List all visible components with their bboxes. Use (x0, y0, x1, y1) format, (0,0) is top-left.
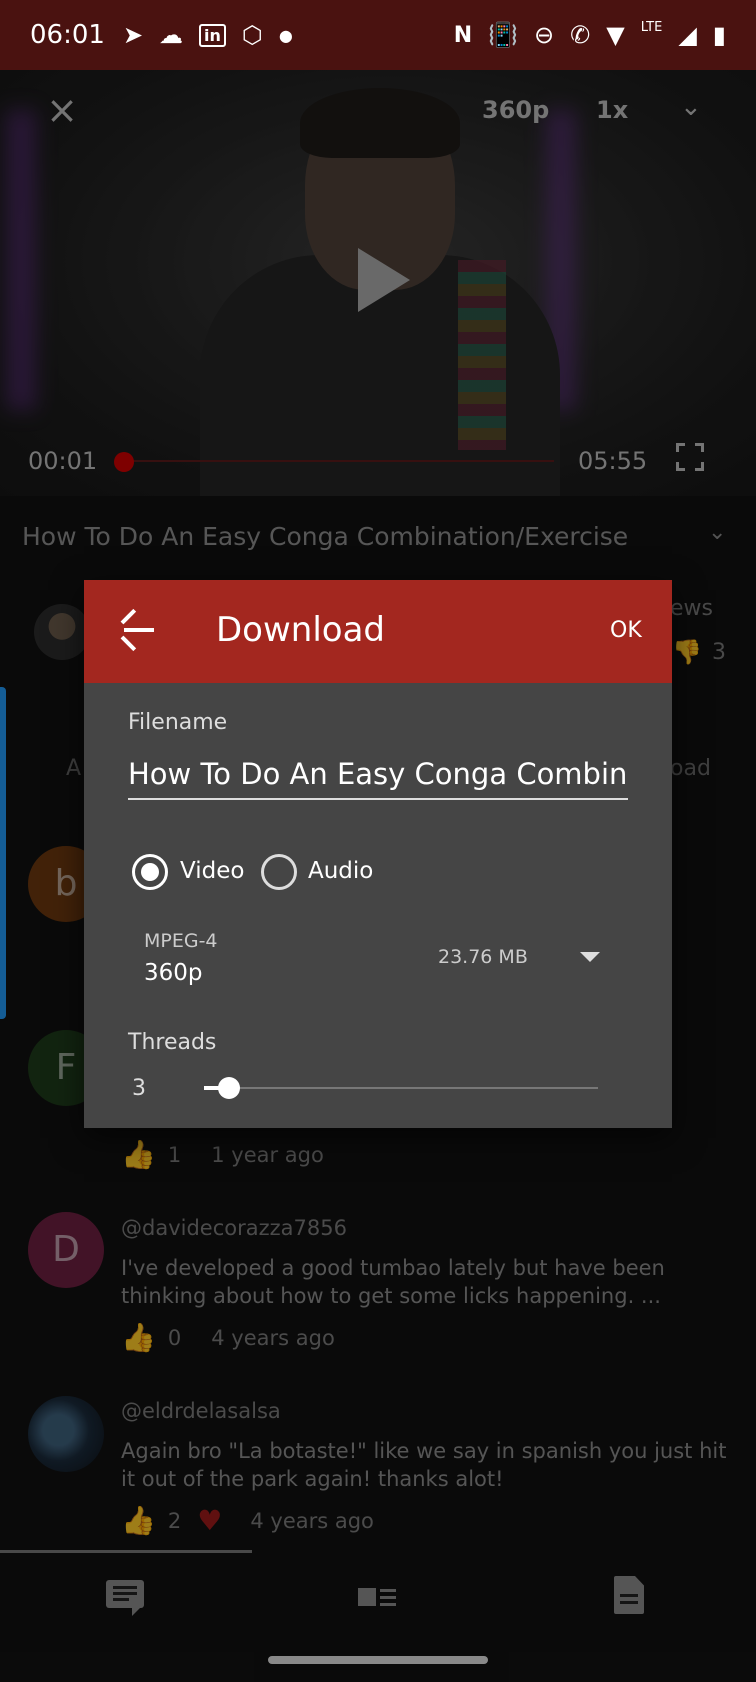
threads-value: 3 (132, 1076, 146, 1101)
back-arrow-icon[interactable] (120, 608, 156, 652)
cursor-notification-icon: ➤ (122, 21, 144, 49)
wifi-icon: ▼ (606, 21, 625, 49)
audio-radio-label[interactable]: Audio (308, 858, 373, 884)
threads-slider-thumb[interactable] (218, 1077, 241, 1099)
network-type: LTE (640, 19, 663, 35)
vibrate-icon: 📳 (488, 21, 519, 49)
filename-input[interactable] (128, 750, 628, 800)
do-not-disturb-icon: ⊖ (534, 21, 555, 49)
battery-icon: ▮ (712, 21, 726, 49)
format-size: 23.76 MB (438, 946, 528, 968)
threads-slider-track[interactable] (204, 1087, 598, 1089)
cube-notification-icon: ⬡ (241, 21, 263, 49)
format-container: MPEG-4 (144, 930, 218, 952)
audio-radio-button[interactable] (261, 854, 297, 890)
download-dialog: Download OK Filename Video Audio MPEG-4 … (84, 580, 672, 1128)
cell-signal-icon: ◢ (678, 21, 697, 49)
format-resolution: 360p (144, 960, 203, 986)
cloud-notification-icon: ☁ (159, 21, 184, 49)
dialog-title: Download (216, 610, 386, 650)
linkedin-notification-icon: in (199, 23, 226, 47)
filename-label: Filename (128, 710, 228, 735)
nfc-icon: N (453, 22, 473, 48)
video-radio-label[interactable]: Video (180, 858, 244, 884)
wifi-calling-icon: ✆ (570, 21, 591, 49)
status-bar: 06:01 ➤ ☁ in ⬡ ● N 📳 ⊖ ✆ ▼ LTE ◢ ▮ (0, 0, 756, 70)
dialog-header: Download OK (84, 580, 672, 683)
more-notifications-dot-icon: ● (278, 25, 293, 45)
ok-button[interactable]: OK (610, 618, 642, 643)
video-radio-button[interactable] (132, 854, 168, 890)
dropdown-arrow-icon[interactable] (580, 952, 600, 962)
threads-label: Threads (128, 1030, 217, 1055)
status-time: 06:01 (30, 20, 105, 50)
